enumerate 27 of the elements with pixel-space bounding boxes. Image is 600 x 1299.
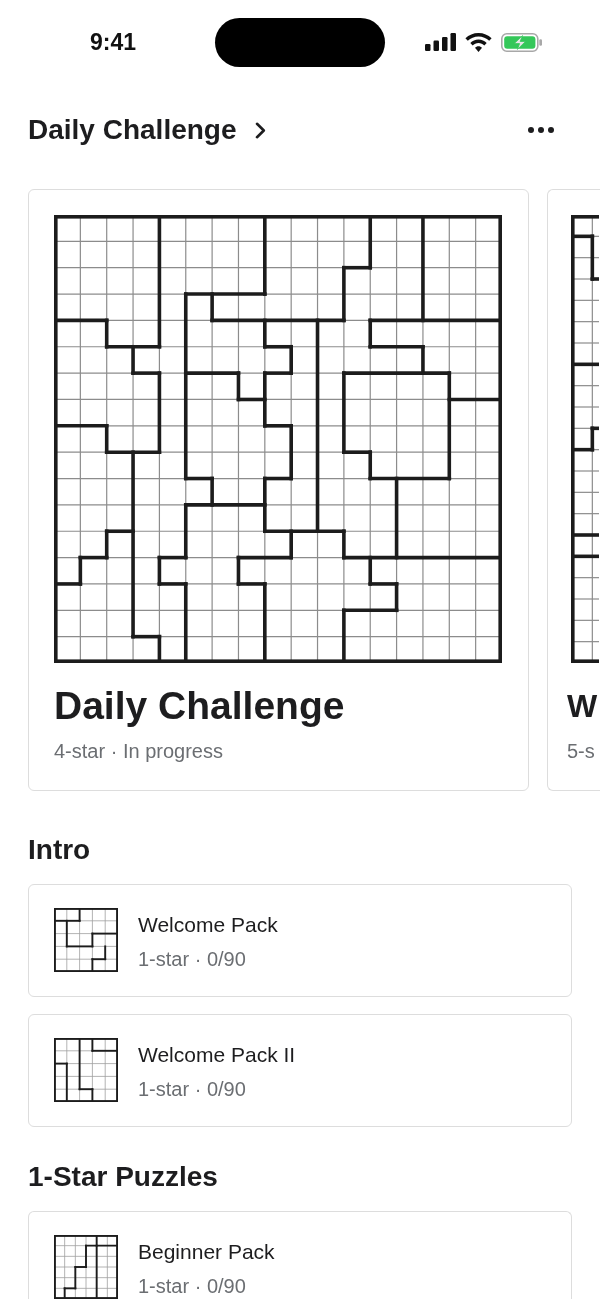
wifi-icon [465, 32, 492, 52]
battery-charging-icon [501, 32, 542, 52]
daily-challenge-link[interactable]: Daily Challenge [28, 113, 266, 147]
pack-title: Welcome Pack [138, 913, 278, 937]
card-subtitle: 5-s [567, 739, 595, 763]
card-title: Daily Challenge [54, 683, 345, 729]
chevron-right-icon [254, 121, 266, 139]
pack-subtitle: 1-star · 0/90 [138, 947, 247, 971]
pack-title: Beginner Pack [138, 1240, 275, 1264]
pack-card[interactable]: Welcome Pack 1-star · 0/90 [28, 884, 572, 997]
grid-thumbnail-icon [54, 1235, 118, 1299]
pack-subtitle: 1-star · 0/90 [138, 1077, 247, 1101]
pack-card[interactable]: Welcome Pack II 1-star · 0/90 [28, 1014, 572, 1127]
pack-card[interactable]: Beginner Pack 1-star · 0/90 [28, 1211, 572, 1299]
grid-thumbnail-icon [54, 1038, 118, 1102]
challenge-card[interactable]: Daily Challenge 4-star · In progress [28, 189, 529, 791]
signal-icon [425, 33, 456, 51]
challenge-card[interactable]: W 5-s [547, 189, 600, 791]
more-icon [528, 127, 554, 133]
pack-title: Welcome Pack II [138, 1043, 296, 1067]
card-subtitle: 4-star · In progress [54, 739, 223, 763]
grid-thumbnail-icon [54, 908, 118, 972]
status-time: 9:41 [89, 28, 136, 56]
section-heading: Intro [28, 833, 91, 867]
pack-subtitle: 1-star · 0/90 [138, 1274, 247, 1298]
card-title: W [567, 687, 598, 726]
section-heading: 1-Star Puzzles [28, 1160, 218, 1194]
